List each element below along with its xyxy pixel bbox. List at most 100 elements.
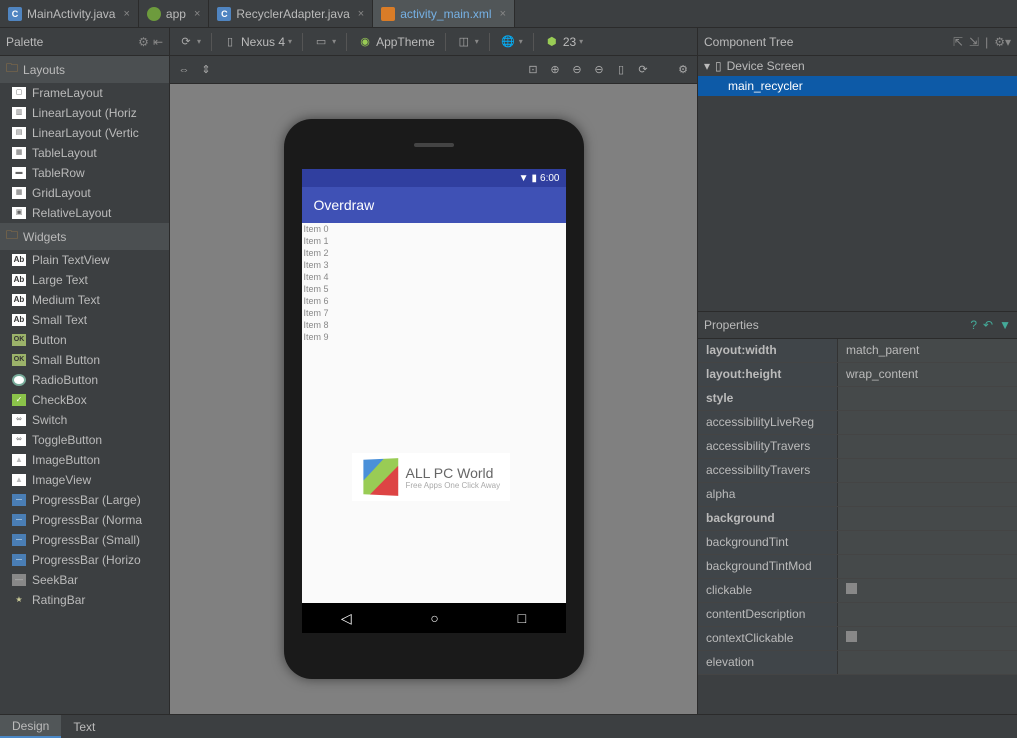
design-canvas[interactable]: ▼ ▮ 6:00 Overdraw Item 0Item 1Item 2Item… — [170, 84, 697, 714]
collapse-icon[interactable]: ⇤ — [153, 35, 163, 49]
gear-icon[interactable]: ⚙ — [138, 35, 149, 49]
zoom-fit-icon[interactable]: ⊡ — [525, 62, 541, 78]
theme-selector[interactable]: ◉AppTheme — [353, 32, 439, 52]
property-row[interactable]: layout:heightwrap_content — [698, 363, 1017, 387]
property-row[interactable]: elevation — [698, 651, 1017, 675]
property-value[interactable]: match_parent — [838, 339, 1017, 362]
palette-item[interactable]: AbMedium Text — [0, 290, 169, 310]
file-tab[interactable]: app× — [139, 0, 209, 27]
palette-item[interactable]: ▦GridLayout — [0, 183, 169, 203]
zoom-in-icon[interactable]: ⊕ — [547, 62, 563, 78]
property-value[interactable] — [838, 651, 1017, 674]
palette-item[interactable]: ▤LinearLayout (Vertic — [0, 123, 169, 143]
toggle-view-button[interactable]: ⟳▾ — [174, 32, 205, 52]
property-value[interactable] — [838, 603, 1017, 626]
property-row[interactable]: accessibilityTravers — [698, 459, 1017, 483]
palette-group-header[interactable]: 🗀Widgets — [0, 223, 169, 250]
palette-item[interactable]: —ProgressBar (Horizo — [0, 550, 169, 570]
locale-button[interactable]: 🌐▾ — [496, 32, 527, 52]
palette-item[interactable]: —ProgressBar (Small) — [0, 530, 169, 550]
property-value[interactable] — [838, 627, 1017, 650]
property-row[interactable]: contentDescription — [698, 603, 1017, 627]
property-value[interactable]: wrap_content — [838, 363, 1017, 386]
tree-row-device[interactable]: ▾ ▯ Device Screen — [698, 56, 1017, 76]
collapse-all-icon[interactable]: ⇲ — [969, 35, 979, 49]
property-row[interactable]: background — [698, 507, 1017, 531]
palette-item[interactable]: ▲ImageButton — [0, 450, 169, 470]
close-icon[interactable]: × — [500, 8, 506, 20]
palette-item[interactable]: ▬TableRow — [0, 163, 169, 183]
battery-icon: ▮ — [532, 173, 538, 184]
property-value[interactable] — [838, 531, 1017, 554]
recycler-preview[interactable]: Item 0Item 1Item 2Item 3Item 4Item 5Item… — [302, 223, 566, 633]
property-row[interactable]: alpha — [698, 483, 1017, 507]
property-value[interactable] — [838, 555, 1017, 578]
property-value[interactable] — [838, 435, 1017, 458]
property-row[interactable]: contextClickable — [698, 627, 1017, 651]
property-row[interactable]: backgroundTint — [698, 531, 1017, 555]
tree-row-recycler[interactable]: main_recycler — [698, 76, 1017, 96]
device-selector[interactable]: ▯Nexus 4▾ — [218, 32, 296, 52]
zoom-out-icon[interactable]: ⊖ — [591, 62, 607, 78]
file-tab[interactable]: CMainActivity.java× — [0, 0, 139, 27]
property-row[interactable]: clickable — [698, 579, 1017, 603]
palette-item[interactable]: ▢FrameLayout — [0, 83, 169, 103]
gear-icon[interactable]: ⚙▾ — [994, 35, 1011, 49]
palette-item[interactable]: —SeekBar — [0, 570, 169, 590]
property-row[interactable]: backgroundTintMod — [698, 555, 1017, 579]
palette-item[interactable]: —ProgressBar (Norma — [0, 510, 169, 530]
design-tab[interactable]: Design — [0, 715, 61, 738]
property-value[interactable] — [838, 459, 1017, 482]
palette-item[interactable]: ▦TableLayout — [0, 143, 169, 163]
activity-button[interactable]: ◫▾ — [452, 32, 483, 52]
palette-item[interactable]: RadioButton — [0, 370, 169, 390]
close-icon[interactable]: × — [123, 8, 129, 20]
palette-item[interactable]: OKButton — [0, 330, 169, 350]
property-row[interactable]: layout:widthmatch_parent — [698, 339, 1017, 363]
api-selector[interactable]: ⬢23▾ — [540, 32, 587, 52]
close-icon[interactable]: × — [194, 8, 200, 20]
expand-all-icon[interactable]: ⇱ — [953, 35, 963, 49]
undo-icon[interactable]: ↶ — [983, 318, 993, 332]
property-row[interactable]: style — [698, 387, 1017, 411]
palette-item[interactable]: ▣RelativeLayout — [0, 203, 169, 223]
expand-vert-icon[interactable]: ⇕ — [198, 62, 214, 78]
refresh-icon[interactable]: ⟳ — [635, 62, 651, 78]
palette-item[interactable]: OKSmall Button — [0, 350, 169, 370]
palette-item[interactable]: ▥LinearLayout (Horiz — [0, 103, 169, 123]
filter-icon[interactable]: ▼ — [999, 318, 1011, 332]
help-icon[interactable]: ? — [970, 318, 977, 332]
file-tab[interactable]: activity_main.xml× — [373, 0, 515, 27]
palette-item-label: SeekBar — [32, 573, 78, 587]
property-row[interactable]: accessibilityLiveReg — [698, 411, 1017, 435]
palette-item[interactable]: AbSmall Text — [0, 310, 169, 330]
property-value[interactable] — [838, 411, 1017, 434]
palette-item-label: ProgressBar (Norma — [32, 513, 142, 527]
orientation-button[interactable]: ▭▾ — [309, 32, 340, 52]
palette-item[interactable]: ★RatingBar — [0, 590, 169, 610]
text-tab[interactable]: Text — [61, 715, 107, 738]
close-icon[interactable]: × — [358, 8, 364, 20]
palette-group-header[interactable]: 🗀Layouts — [0, 56, 169, 83]
palette-item[interactable]: ⬄ToggleButton — [0, 430, 169, 450]
zoom-actual-icon[interactable]: ⊖ — [569, 62, 585, 78]
settings-icon[interactable]: ⚙ — [675, 62, 691, 78]
file-tab[interactable]: CRecyclerAdapter.java× — [209, 0, 373, 27]
palette-item[interactable]: ▲ImageView — [0, 470, 169, 490]
palette-item[interactable]: AbLarge Text — [0, 270, 169, 290]
property-row[interactable]: accessibilityTravers — [698, 435, 1017, 459]
component-tree[interactable]: ▾ ▯ Device Screen main_recycler — [698, 56, 1017, 311]
property-value[interactable] — [838, 387, 1017, 410]
properties-table[interactable]: layout:widthmatch_parentlayout:heightwra… — [698, 339, 1017, 714]
palette-item[interactable]: —ProgressBar (Large) — [0, 490, 169, 510]
property-value[interactable] — [838, 507, 1017, 530]
palette-item[interactable]: ✓CheckBox — [0, 390, 169, 410]
property-value[interactable] — [838, 483, 1017, 506]
expand-horiz-icon[interactable]: ⇔ — [176, 62, 192, 78]
checkbox-icon[interactable] — [846, 631, 857, 642]
palette-item[interactable]: AbPlain TextView — [0, 250, 169, 270]
checkbox-icon[interactable] — [846, 583, 857, 594]
property-value[interactable] — [838, 579, 1017, 602]
palette-item[interactable]: ⬄Switch — [0, 410, 169, 430]
screenshot-icon[interactable]: ▯ — [613, 62, 629, 78]
